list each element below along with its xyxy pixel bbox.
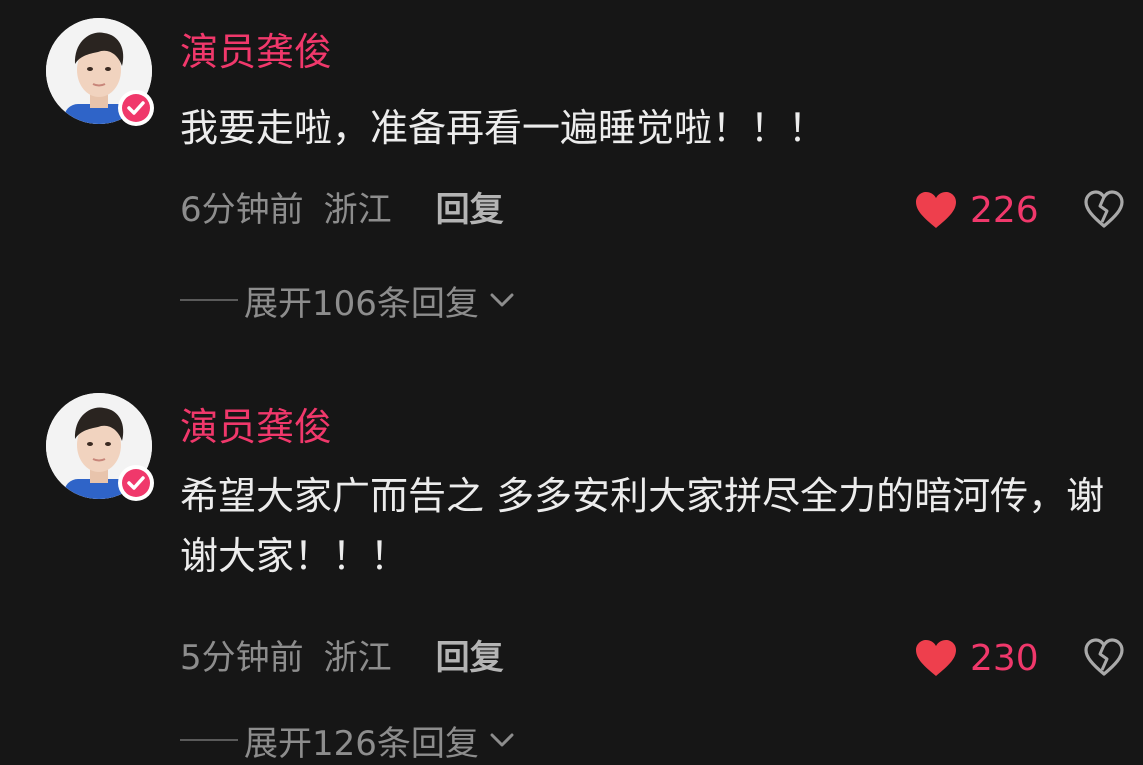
verified-badge-icon <box>118 465 154 501</box>
dislike-button[interactable] <box>1082 636 1126 680</box>
avatar[interactable] <box>46 393 154 501</box>
heart-filled-icon <box>916 192 956 228</box>
heart-filled-icon <box>916 640 956 676</box>
comment-location: 浙江 <box>323 638 392 678</box>
comment-meta: 5分钟前 浙江 回复 <box>180 636 504 680</box>
divider-line <box>180 299 238 301</box>
username[interactable]: 演员龚俊 <box>180 402 332 452</box>
like-button[interactable]: 226 <box>914 188 1039 232</box>
like-button[interactable]: 230 <box>914 636 1039 680</box>
reply-button[interactable]: 回复 <box>436 638 504 678</box>
comment-text: 我要走啦，准备再看一遍睡觉啦！！！ <box>180 106 827 150</box>
broken-heart-outline-icon <box>1084 190 1124 228</box>
expand-replies[interactable]: 展开106条回复 <box>180 278 515 324</box>
expand-replies[interactable]: 展开126条回复 <box>180 718 515 764</box>
username[interactable]: 演员龚俊 <box>180 27 332 77</box>
like-count: 226 <box>970 189 1039 231</box>
chevron-down-icon <box>490 293 514 307</box>
dislike-button[interactable] <box>1082 188 1126 232</box>
comment-time: 6分钟前 <box>180 190 304 230</box>
reply-button[interactable]: 回复 <box>436 190 504 230</box>
verified-badge-icon <box>118 90 154 126</box>
like-count: 230 <box>970 637 1039 679</box>
comment-meta: 6分钟前 浙江 回复 <box>180 188 504 232</box>
divider-line <box>180 739 238 741</box>
broken-heart-outline-icon <box>1084 638 1124 676</box>
comment-location: 浙江 <box>323 190 392 230</box>
avatar[interactable] <box>46 18 154 126</box>
comment-text: 希望大家广而告之 多多安利大家拼尽全力的暗河传，谢谢大家！！！ <box>180 474 1105 578</box>
chevron-down-icon <box>490 733 514 747</box>
expand-replies-label: 展开106条回复 <box>244 283 479 324</box>
expand-replies-label: 展开126条回复 <box>244 723 479 764</box>
comment-time: 5分钟前 <box>180 638 304 678</box>
